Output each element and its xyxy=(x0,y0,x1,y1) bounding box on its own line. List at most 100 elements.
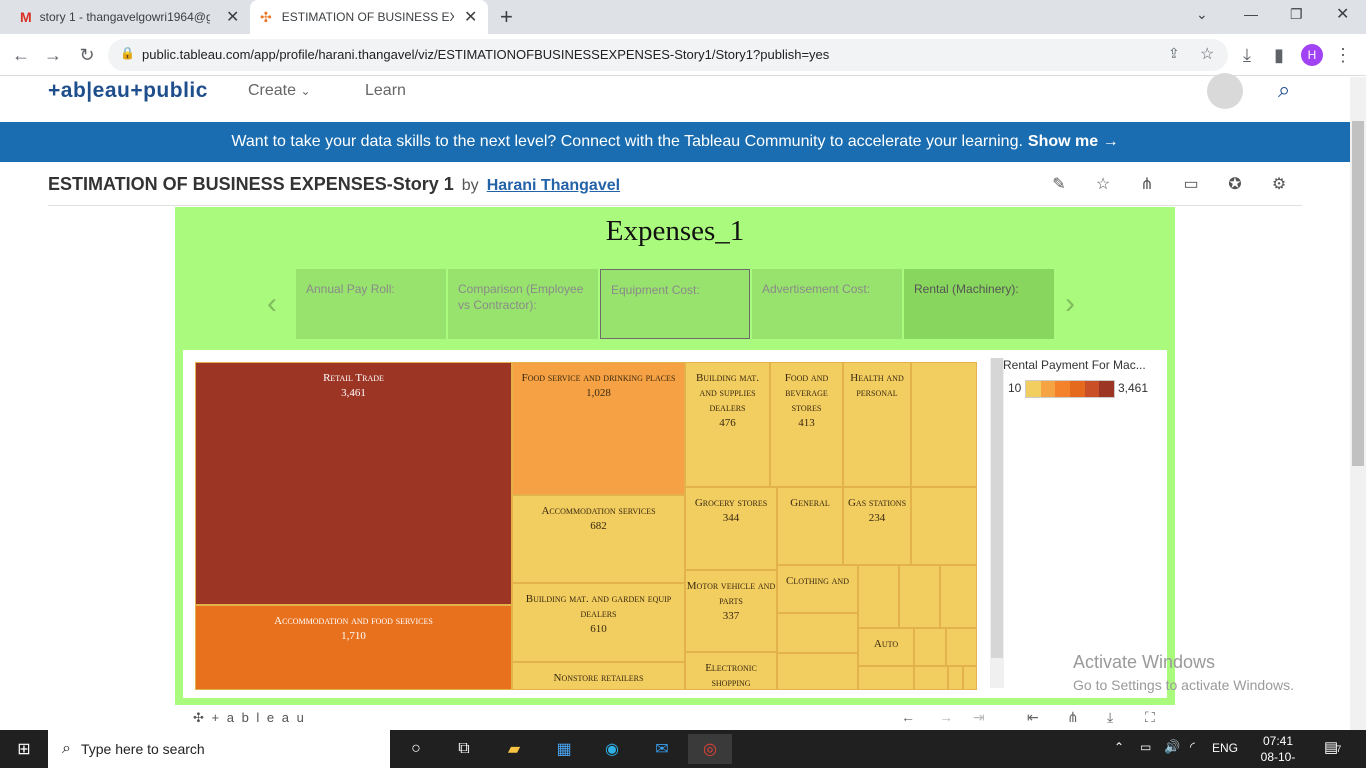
comment-icon[interactable]: ▭ xyxy=(1180,173,1202,195)
treemap-cell[interactable]: Building mat. and supplies dealers 476 xyxy=(685,362,770,487)
cortana-icon[interactable]: ○ xyxy=(394,734,438,764)
revert-all-icon[interactable]: ⇤ xyxy=(1027,709,1039,726)
treemap-cell[interactable]: Gas stations 234 xyxy=(843,487,911,565)
cell-value: 337 xyxy=(722,610,740,622)
cell-value: 682 xyxy=(590,520,607,532)
treemap-cell[interactable] xyxy=(858,565,899,628)
chrome-icon[interactable]: ◎ xyxy=(688,734,732,764)
tray-chevron-icon[interactable]: ⌃ xyxy=(1114,740,1124,754)
story-point-annual-pay-roll[interactable]: Annual Pay Roll: xyxy=(296,269,446,339)
next-arrow-icon[interactable]: › xyxy=(1065,287,1075,321)
task-view-icon[interactable]: ⧉ xyxy=(442,734,486,764)
url-field[interactable]: 🔒 public.tableau.com/app/profile/harani.… xyxy=(108,39,1228,71)
prev-arrow-icon[interactable]: ‹ xyxy=(267,287,277,321)
treemap-cell[interactable] xyxy=(946,628,977,666)
clock[interactable]: 07:41 08-10-2023 xyxy=(1248,733,1308,781)
story-point-advertisement-cost[interactable]: Advertisement Cost: xyxy=(752,269,902,339)
file-explorer-icon[interactable]: ▰ xyxy=(492,734,536,764)
treemap-cell[interactable]: Clothing and xyxy=(777,565,858,613)
scrollbar-thumb[interactable] xyxy=(991,358,1003,658)
back-icon[interactable]: ← xyxy=(8,42,34,68)
award-icon[interactable]: ✪ xyxy=(1224,173,1246,195)
user-avatar[interactable] xyxy=(1207,73,1243,109)
author-link[interactable]: Harani Thangavel xyxy=(487,177,620,194)
nav-learn[interactable]: Learn xyxy=(365,82,406,100)
close-icon[interactable]: ✕ xyxy=(464,7,477,27)
fullscreen-icon[interactable]: ⛶ xyxy=(1145,709,1155,726)
tableau-public-logo[interactable]: +ab|eau+public xyxy=(48,79,208,103)
mail-icon[interactable]: ✉ xyxy=(640,734,684,764)
treemap-cell[interactable]: Health and personal xyxy=(843,362,911,487)
wifi-icon[interactable]: ◜ xyxy=(1190,739,1195,755)
maximize-button[interactable]: ❐ xyxy=(1290,6,1303,23)
treemap-cell[interactable] xyxy=(777,613,858,653)
treemap-cell[interactable]: Grocery stores 344 xyxy=(685,487,777,570)
browser-tab-tableau[interactable]: ✣ ESTIMATION OF BUSINESS EXPE ✕ xyxy=(250,0,488,34)
treemap-cell[interactable] xyxy=(777,653,858,690)
search-icon[interactable]: ⌕ xyxy=(1278,77,1290,103)
treemap-cell[interactable]: Food service and drinking places 1,028 xyxy=(512,362,685,495)
page-scrollbar[interactable] xyxy=(1350,77,1366,730)
share-icon[interactable]: ⋔ xyxy=(1067,709,1079,726)
treemap-cell[interactable] xyxy=(858,666,914,690)
download-icon[interactable]: ⤓ xyxy=(1107,709,1113,726)
edit-icon[interactable]: ✎ xyxy=(1048,173,1070,195)
treemap-cell[interactable]: Food and beverage stores 413 xyxy=(770,362,843,487)
download-icon[interactable]: ⤓ xyxy=(1234,42,1260,68)
treemap-cell[interactable] xyxy=(911,487,977,565)
reload-icon[interactable]: ↻ xyxy=(74,42,100,68)
close-icon[interactable]: ✕ xyxy=(226,7,239,27)
treemap-cell[interactable]: Motor vehicle and parts 337 xyxy=(685,570,777,652)
treemap-cell[interactable]: Nonstore retailers 488 xyxy=(512,662,685,690)
taskbar-search-box[interactable]: ⌕ Type here to search xyxy=(48,730,390,768)
new-tab-button[interactable]: + xyxy=(500,4,513,30)
treemap-cell[interactable] xyxy=(911,362,977,487)
story-point-comparison[interactable]: Comparison (Employee vs Contractor): xyxy=(448,269,598,339)
windows-start-icon[interactable]: ⊞ xyxy=(2,734,46,764)
treemap-cell[interactable] xyxy=(914,666,948,690)
page-scrollbar-thumb[interactable] xyxy=(1352,121,1364,466)
forward-icon[interactable]: → xyxy=(40,42,66,68)
window-close-button[interactable]: ✕ xyxy=(1336,4,1349,24)
revert-icon[interactable]: ⇥ xyxy=(973,709,985,726)
battery-icon[interactable]: ▭ xyxy=(1140,740,1151,754)
treemap-cell[interactable] xyxy=(963,666,977,690)
story-point-equipment-cost[interactable]: Equipment Cost: xyxy=(600,269,750,339)
treemap-cell[interactable] xyxy=(940,565,977,628)
profile-avatar[interactable]: H xyxy=(1301,44,1323,66)
banner-show-me-link[interactable]: Show me → xyxy=(1028,133,1119,151)
cell-label: Electronic shopping xyxy=(705,662,757,689)
language-indicator[interactable]: ENG xyxy=(1212,741,1238,755)
story-point-rental-machinery[interactable]: Rental (Machinery): xyxy=(904,269,1054,339)
treemap-cell[interactable] xyxy=(899,565,940,628)
treemap-cell[interactable] xyxy=(948,666,963,690)
treemap-cell[interactable]: Building mat. and garden equip dealers 6… xyxy=(512,583,685,662)
cell-label: Health and personal xyxy=(850,372,904,399)
tab-search-icon[interactable]: ⌄ xyxy=(1196,6,1208,23)
nav-create[interactable]: Create ⌄ xyxy=(248,82,311,100)
bookmark-star-icon[interactable]: ☆ xyxy=(1200,44,1214,64)
redo-icon[interactable]: → xyxy=(939,709,953,725)
treemap-cell[interactable]: Retail Trade 3,461 xyxy=(195,362,512,605)
cell-label: Accommodation and food services xyxy=(274,615,433,627)
treemap-scrollbar[interactable] xyxy=(990,358,1004,688)
treemap-cell[interactable]: Accommodation services 682 xyxy=(512,495,685,583)
undo-icon[interactable]: ← xyxy=(901,709,915,725)
edge-icon[interactable]: ◉ xyxy=(590,734,634,764)
treemap-cell[interactable]: Auto xyxy=(858,628,914,666)
browser-tab-gmail[interactable]: M story 1 - thangavelgowri1964@g ✕ xyxy=(8,0,248,34)
volume-icon[interactable]: 🔊 xyxy=(1164,739,1180,755)
side-panel-icon[interactable]: ▮ xyxy=(1266,42,1292,68)
treemap-cell[interactable]: Accommodation and food services 1,710 xyxy=(195,605,512,690)
notification-icon[interactable]: ▤7 xyxy=(1324,738,1341,756)
share-icon[interactable]: ⇪ xyxy=(1168,45,1180,62)
minimize-button[interactable]: — xyxy=(1244,6,1258,22)
treemap-cell[interactable]: General xyxy=(777,487,843,565)
treemap-cell[interactable]: Electronic shopping xyxy=(685,652,777,690)
favorite-star-icon[interactable]: ☆ xyxy=(1092,173,1114,195)
settings-gear-icon[interactable]: ⚙ xyxy=(1268,173,1290,195)
share-icon[interactable]: ⋔ xyxy=(1136,173,1158,195)
store-icon[interactable]: ▦ xyxy=(542,734,586,764)
menu-icon[interactable]: ⋮ xyxy=(1330,42,1356,68)
treemap-cell[interactable] xyxy=(914,628,946,666)
